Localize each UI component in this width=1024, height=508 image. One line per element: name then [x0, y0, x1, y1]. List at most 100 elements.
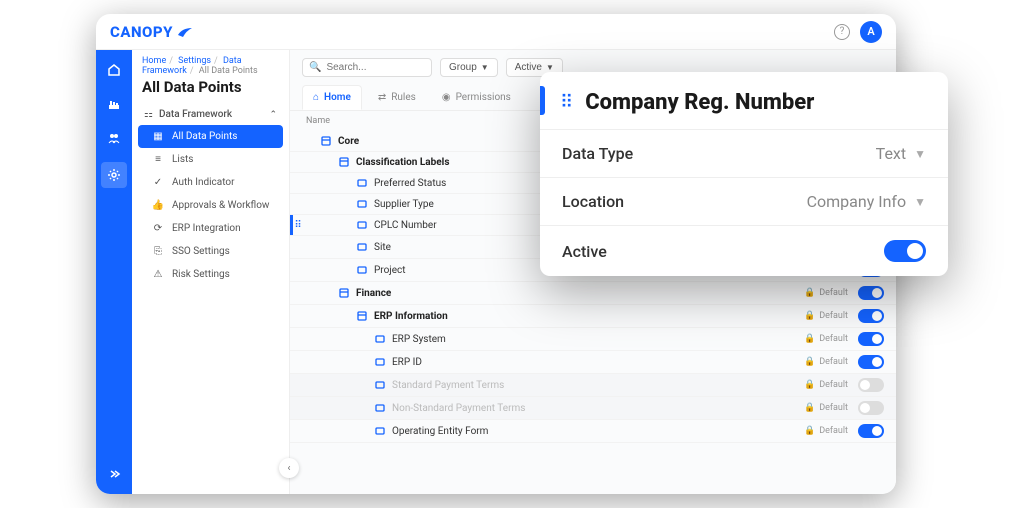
rail-users-icon[interactable]	[104, 128, 124, 148]
sidebar-collapse-button[interactable]: ‹	[279, 458, 299, 478]
field-icon	[356, 198, 368, 210]
tree-row[interactable]: Finance🔒Default	[290, 282, 896, 305]
topbar: CANOPY ? A	[96, 14, 896, 50]
section-icon	[320, 135, 332, 147]
tree-row[interactable]: Operating Entity Form🔒Default	[290, 420, 896, 443]
detail-card: ⠿ Company Reg. Number Data Type Text ▼ L…	[540, 72, 948, 276]
tab-home[interactable]: ⌂ Home	[302, 85, 362, 110]
rail-settings-icon[interactable]	[101, 162, 127, 188]
tab-permissions-label: Permissions	[456, 92, 511, 103]
card-key-location: Location	[562, 192, 624, 211]
sidebar-item-label: Lists	[172, 154, 193, 165]
row-toggle[interactable]	[858, 401, 884, 415]
rail-home-icon[interactable]	[104, 60, 124, 80]
card-title: Company Reg. Number	[585, 90, 814, 115]
rail-expand-icon[interactable]	[104, 464, 124, 484]
sidebar-item-label: SSO Settings	[172, 246, 230, 257]
row-toggle[interactable]	[858, 286, 884, 300]
search-icon: 🔍	[309, 62, 321, 73]
row-toggle[interactable]	[858, 309, 884, 323]
crumb-settings[interactable]: Settings	[178, 56, 211, 66]
group-filter-button[interactable]: Group ▼	[440, 58, 498, 77]
sidebar-item-label: Risk Settings	[172, 269, 230, 280]
row-toggle[interactable]	[858, 355, 884, 369]
sidebar-group-label: Data Framework	[159, 109, 232, 120]
tree-row[interactable]: Non-Standard Payment Terms🔒Default	[290, 397, 896, 420]
field-icon	[356, 264, 368, 276]
row-label: ERP Information	[374, 311, 804, 322]
row-toggle[interactable]	[858, 378, 884, 392]
sidebar-item-risk[interactable]: ⚠ Risk Settings	[138, 263, 283, 286]
rail-factory-icon[interactable]	[104, 94, 124, 114]
drag-handle-icon[interactable]: ⠿	[560, 92, 571, 113]
chevron-down-icon: ▼	[914, 195, 926, 209]
search-box[interactable]: 🔍	[302, 58, 432, 77]
all-data-points-icon: ▦	[152, 131, 164, 142]
card-row-location[interactable]: Location Company Info ▼	[540, 177, 948, 225]
default-badge: Default	[819, 380, 848, 390]
chevron-down-icon: ▼	[914, 147, 926, 161]
help-icon[interactable]: ?	[834, 24, 850, 40]
tree-row[interactable]: ERP System🔒 Default	[290, 328, 896, 351]
default-badge: Default	[819, 357, 848, 367]
field-icon	[374, 379, 386, 391]
tab-rules[interactable]: ⇄ Rules	[368, 85, 426, 110]
row-toggle[interactable]	[858, 332, 884, 346]
tab-rules-label: Rules	[391, 92, 416, 103]
sidebar-item-label: Approvals & Workflow	[172, 200, 269, 211]
section-icon	[338, 156, 350, 168]
card-row-active: Active	[540, 225, 948, 276]
erp-icon: ⟳	[152, 223, 164, 234]
lists-icon: ≡	[152, 154, 164, 165]
active-toggle[interactable]	[884, 240, 926, 262]
sidebar-item-label: ERP Integration	[172, 223, 241, 234]
group-filter-label: Group	[449, 62, 477, 73]
home-icon: ⌂	[313, 92, 319, 103]
default-badge: Default	[819, 334, 848, 344]
card-row-data-type[interactable]: Data Type Text ▼	[540, 129, 948, 177]
sidebar-item-erp[interactable]: ⟳ ERP Integration	[138, 217, 283, 240]
field-icon	[374, 402, 386, 414]
tab-permissions[interactable]: ◉ Permissions	[432, 85, 521, 110]
active-filter-label: Active	[515, 62, 542, 73]
lock-icon: 🔒	[804, 380, 815, 390]
brand-text: CANOPY	[110, 23, 173, 41]
tab-home-label: Home	[324, 92, 351, 103]
brand-logo[interactable]: CANOPY	[110, 23, 193, 41]
default-badge: Default	[819, 288, 848, 298]
field-icon	[356, 219, 368, 231]
field-icon	[374, 356, 386, 368]
lock-icon: 🔒	[804, 357, 815, 367]
row-label: Non-Standard Payment Terms	[392, 403, 804, 414]
sidebar-item-label: All Data Points	[172, 131, 237, 142]
row-label: Finance	[356, 288, 804, 299]
default-badge: Default	[819, 403, 848, 413]
default-badge: Default	[819, 311, 848, 321]
tree-row[interactable]: Standard Payment Terms🔒Default	[290, 374, 896, 397]
page-title: All Data Points	[132, 78, 289, 104]
sidebar: Home/ Settings/ Data Framework/ All Data…	[132, 50, 290, 494]
sidebar-item-approvals[interactable]: 👍 Approvals & Workflow	[138, 194, 283, 217]
chevron-down-icon: ▼	[481, 63, 489, 72]
sidebar-item-lists[interactable]: ≡ Lists	[138, 148, 283, 171]
avatar[interactable]: A	[860, 21, 882, 43]
field-icon	[356, 177, 368, 189]
sidebar-item-label: Auth Indicator	[172, 177, 235, 188]
lock-icon: 🔒	[804, 426, 815, 436]
search-input[interactable]	[326, 62, 425, 73]
tree-row[interactable]: ERP Information🔒 Default	[290, 305, 896, 328]
sidebar-item-all-data-points[interactable]: ▦ All Data Points	[138, 125, 283, 148]
section-icon	[356, 310, 368, 322]
permissions-icon: ◉	[442, 92, 451, 103]
crumb-home[interactable]: Home	[142, 56, 166, 66]
tree-row[interactable]: ERP ID🔒Default	[290, 351, 896, 374]
row-label: ERP System	[392, 334, 804, 345]
field-icon	[374, 333, 386, 345]
sidebar-item-sso[interactable]: ⎘ SSO Settings	[138, 240, 283, 263]
lock-icon: 🔒	[804, 311, 815, 321]
sidebar-item-auth-indicator[interactable]: ✓ Auth Indicator	[138, 171, 283, 194]
drag-handle-icon[interactable]: ⠿	[290, 220, 306, 231]
row-toggle[interactable]	[858, 424, 884, 438]
lock-icon: 🔒	[804, 334, 815, 344]
sidebar-group-header[interactable]: ⚏ Data Framework ⌃	[138, 104, 283, 125]
